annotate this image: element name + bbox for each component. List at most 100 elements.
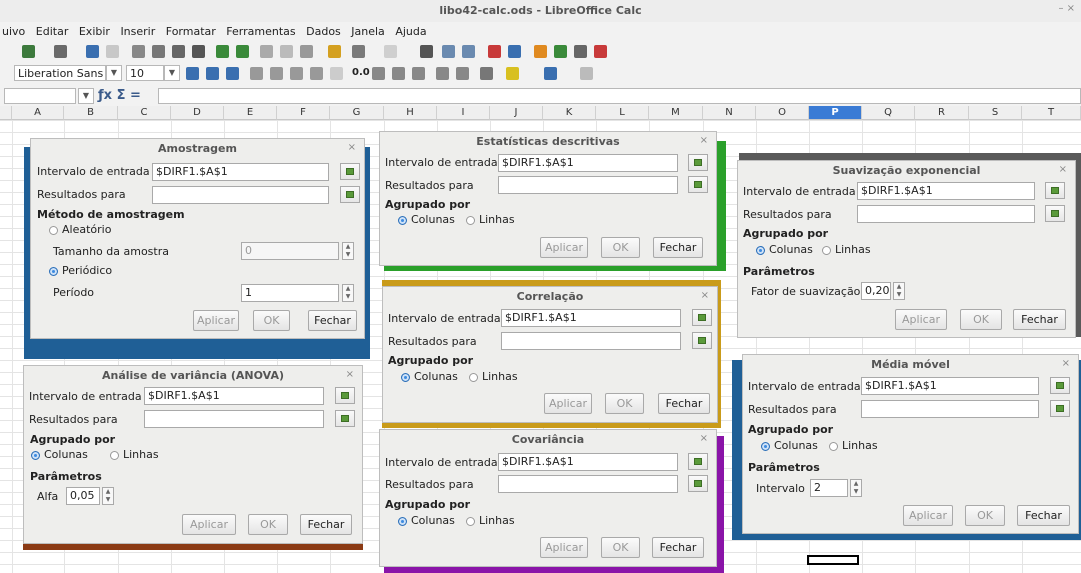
input-range-field[interactable]: $DIRF1.$A$1 xyxy=(144,387,324,405)
smoothing-factor-spinner-icon[interactable]: ▲ ▼ xyxy=(893,282,905,300)
shrink-icon[interactable] xyxy=(688,475,708,492)
add-decimal-icon[interactable] xyxy=(392,67,405,80)
close-button[interactable]: Fechar xyxy=(652,537,704,558)
font-size-dropdown-icon[interactable]: ▼ xyxy=(164,65,180,81)
align-left-icon[interactable] xyxy=(250,67,263,80)
number-format-decimal[interactable]: 0.0 xyxy=(352,67,370,78)
toggle-grid-icon[interactable] xyxy=(580,67,593,80)
column-header[interactable]: S xyxy=(969,106,1022,120)
font-name-dropdown-icon[interactable]: ▼ xyxy=(106,65,122,81)
percent-icon[interactable] xyxy=(372,67,385,80)
shrink-icon[interactable] xyxy=(688,453,708,470)
results-field[interactable] xyxy=(152,186,329,204)
rows-radio[interactable] xyxy=(822,246,831,255)
paste-icon[interactable] xyxy=(300,45,313,58)
column-header[interactable]: T xyxy=(1022,106,1081,120)
close-icon[interactable]: × xyxy=(700,135,708,146)
sort-icon[interactable] xyxy=(442,45,455,58)
rows-radio[interactable] xyxy=(466,517,475,526)
align-right-icon[interactable] xyxy=(290,67,303,80)
columns-radio[interactable] xyxy=(756,246,765,255)
column-header[interactable]: G xyxy=(330,106,384,120)
columns-radio[interactable] xyxy=(398,517,407,526)
sample-size-field[interactable]: 0 xyxy=(241,242,339,260)
close-button[interactable]: Fechar xyxy=(658,393,710,414)
column-header[interactable]: M xyxy=(649,106,703,120)
columns-radio[interactable] xyxy=(31,451,40,460)
print-preview-icon[interactable] xyxy=(192,45,205,58)
alpha-field[interactable]: 0,05 xyxy=(66,487,100,505)
font-color-icon[interactable] xyxy=(544,67,557,80)
close-icon[interactable]: × xyxy=(1059,164,1067,175)
special-character-icon[interactable] xyxy=(554,45,567,58)
shrink-icon[interactable] xyxy=(1050,400,1070,417)
clone-format-icon[interactable] xyxy=(328,45,341,58)
menu-help[interactable]: Ajuda xyxy=(395,25,426,38)
image-icon[interactable] xyxy=(488,45,501,58)
shrink-icon[interactable] xyxy=(688,176,708,193)
merge-cells-icon[interactable] xyxy=(330,67,343,80)
italic-icon[interactable] xyxy=(206,67,219,80)
pivot-table-icon[interactable] xyxy=(534,45,547,58)
close-icon[interactable]: × xyxy=(1062,358,1070,369)
find-replace-icon[interactable] xyxy=(420,45,433,58)
columns-radio[interactable] xyxy=(761,442,770,451)
menu-tools[interactable]: Ferramentas xyxy=(226,25,295,38)
font-name-box[interactable]: Liberation Sans xyxy=(14,65,106,81)
column-header[interactable]: H xyxy=(384,106,437,120)
redo-icon[interactable] xyxy=(384,45,397,58)
shrink-icon[interactable] xyxy=(688,154,708,171)
shrink-icon[interactable] xyxy=(340,186,360,203)
active-cell-cursor[interactable] xyxy=(807,555,859,565)
column-header[interactable]: K xyxy=(543,106,596,120)
window-controls[interactable]: – × xyxy=(1058,3,1075,14)
chart-icon[interactable] xyxy=(508,45,521,58)
formula-input[interactable] xyxy=(158,88,1081,104)
menu-view[interactable]: Exibir xyxy=(79,25,110,38)
period-spinner-icon[interactable]: ▲ ▼ xyxy=(342,284,354,302)
ok-button[interactable]: OK xyxy=(960,309,1002,330)
results-field[interactable] xyxy=(498,176,678,194)
print-icon[interactable] xyxy=(172,45,185,58)
new-document-icon[interactable] xyxy=(22,45,35,58)
apply-button[interactable]: Aplicar xyxy=(903,505,953,526)
borders-icon[interactable] xyxy=(480,67,493,80)
rows-radio[interactable] xyxy=(829,442,838,451)
apply-button[interactable]: Aplicar xyxy=(193,310,239,331)
periodic-radio[interactable] xyxy=(49,267,58,276)
rows-radio[interactable] xyxy=(110,451,119,460)
font-size-box[interactable]: 10 xyxy=(126,65,164,81)
results-field[interactable] xyxy=(501,332,681,350)
column-header[interactable]: Q xyxy=(862,106,915,120)
apply-button[interactable]: Aplicar xyxy=(895,309,947,330)
sample-size-spinner-icon[interactable]: ▲ ▼ xyxy=(342,242,354,260)
ok-button[interactable]: OK xyxy=(248,514,288,535)
decrease-indent-icon[interactable] xyxy=(436,67,449,80)
column-header[interactable]: J xyxy=(490,106,543,120)
period-field[interactable]: 1 xyxy=(241,284,339,302)
results-field[interactable] xyxy=(857,205,1035,223)
apply-button[interactable]: Aplicar xyxy=(540,237,588,258)
input-range-field[interactable]: $DIRF1.$A$1 xyxy=(498,453,678,471)
column-header[interactable]: L xyxy=(596,106,649,120)
column-header-selected[interactable]: P xyxy=(809,106,862,120)
shrink-icon[interactable] xyxy=(335,387,355,404)
shrink-icon[interactable] xyxy=(335,410,355,427)
apply-button[interactable]: Aplicar xyxy=(544,393,592,414)
column-header[interactable]: F xyxy=(277,106,330,120)
interval-field[interactable]: 2 xyxy=(810,479,848,497)
results-field[interactable] xyxy=(498,475,678,493)
alpha-spinner-icon[interactable]: ▲ ▼ xyxy=(102,487,114,505)
autofilter-icon[interactable] xyxy=(462,45,475,58)
column-header[interactable]: R xyxy=(915,106,969,120)
shrink-icon[interactable] xyxy=(692,309,712,326)
formula-symbols[interactable]: ƒx Σ = xyxy=(98,88,141,103)
align-center-icon[interactable] xyxy=(270,67,283,80)
open-icon[interactable] xyxy=(54,45,67,58)
smoothing-factor-field[interactable]: 0,20 xyxy=(861,282,891,300)
menu-data[interactable]: Dados xyxy=(306,25,341,38)
edit-mode-icon[interactable] xyxy=(132,45,145,58)
shrink-icon[interactable] xyxy=(692,332,712,349)
save-icon[interactable] xyxy=(86,45,99,58)
input-range-field[interactable]: $DIRF1.$A$1 xyxy=(861,377,1039,395)
